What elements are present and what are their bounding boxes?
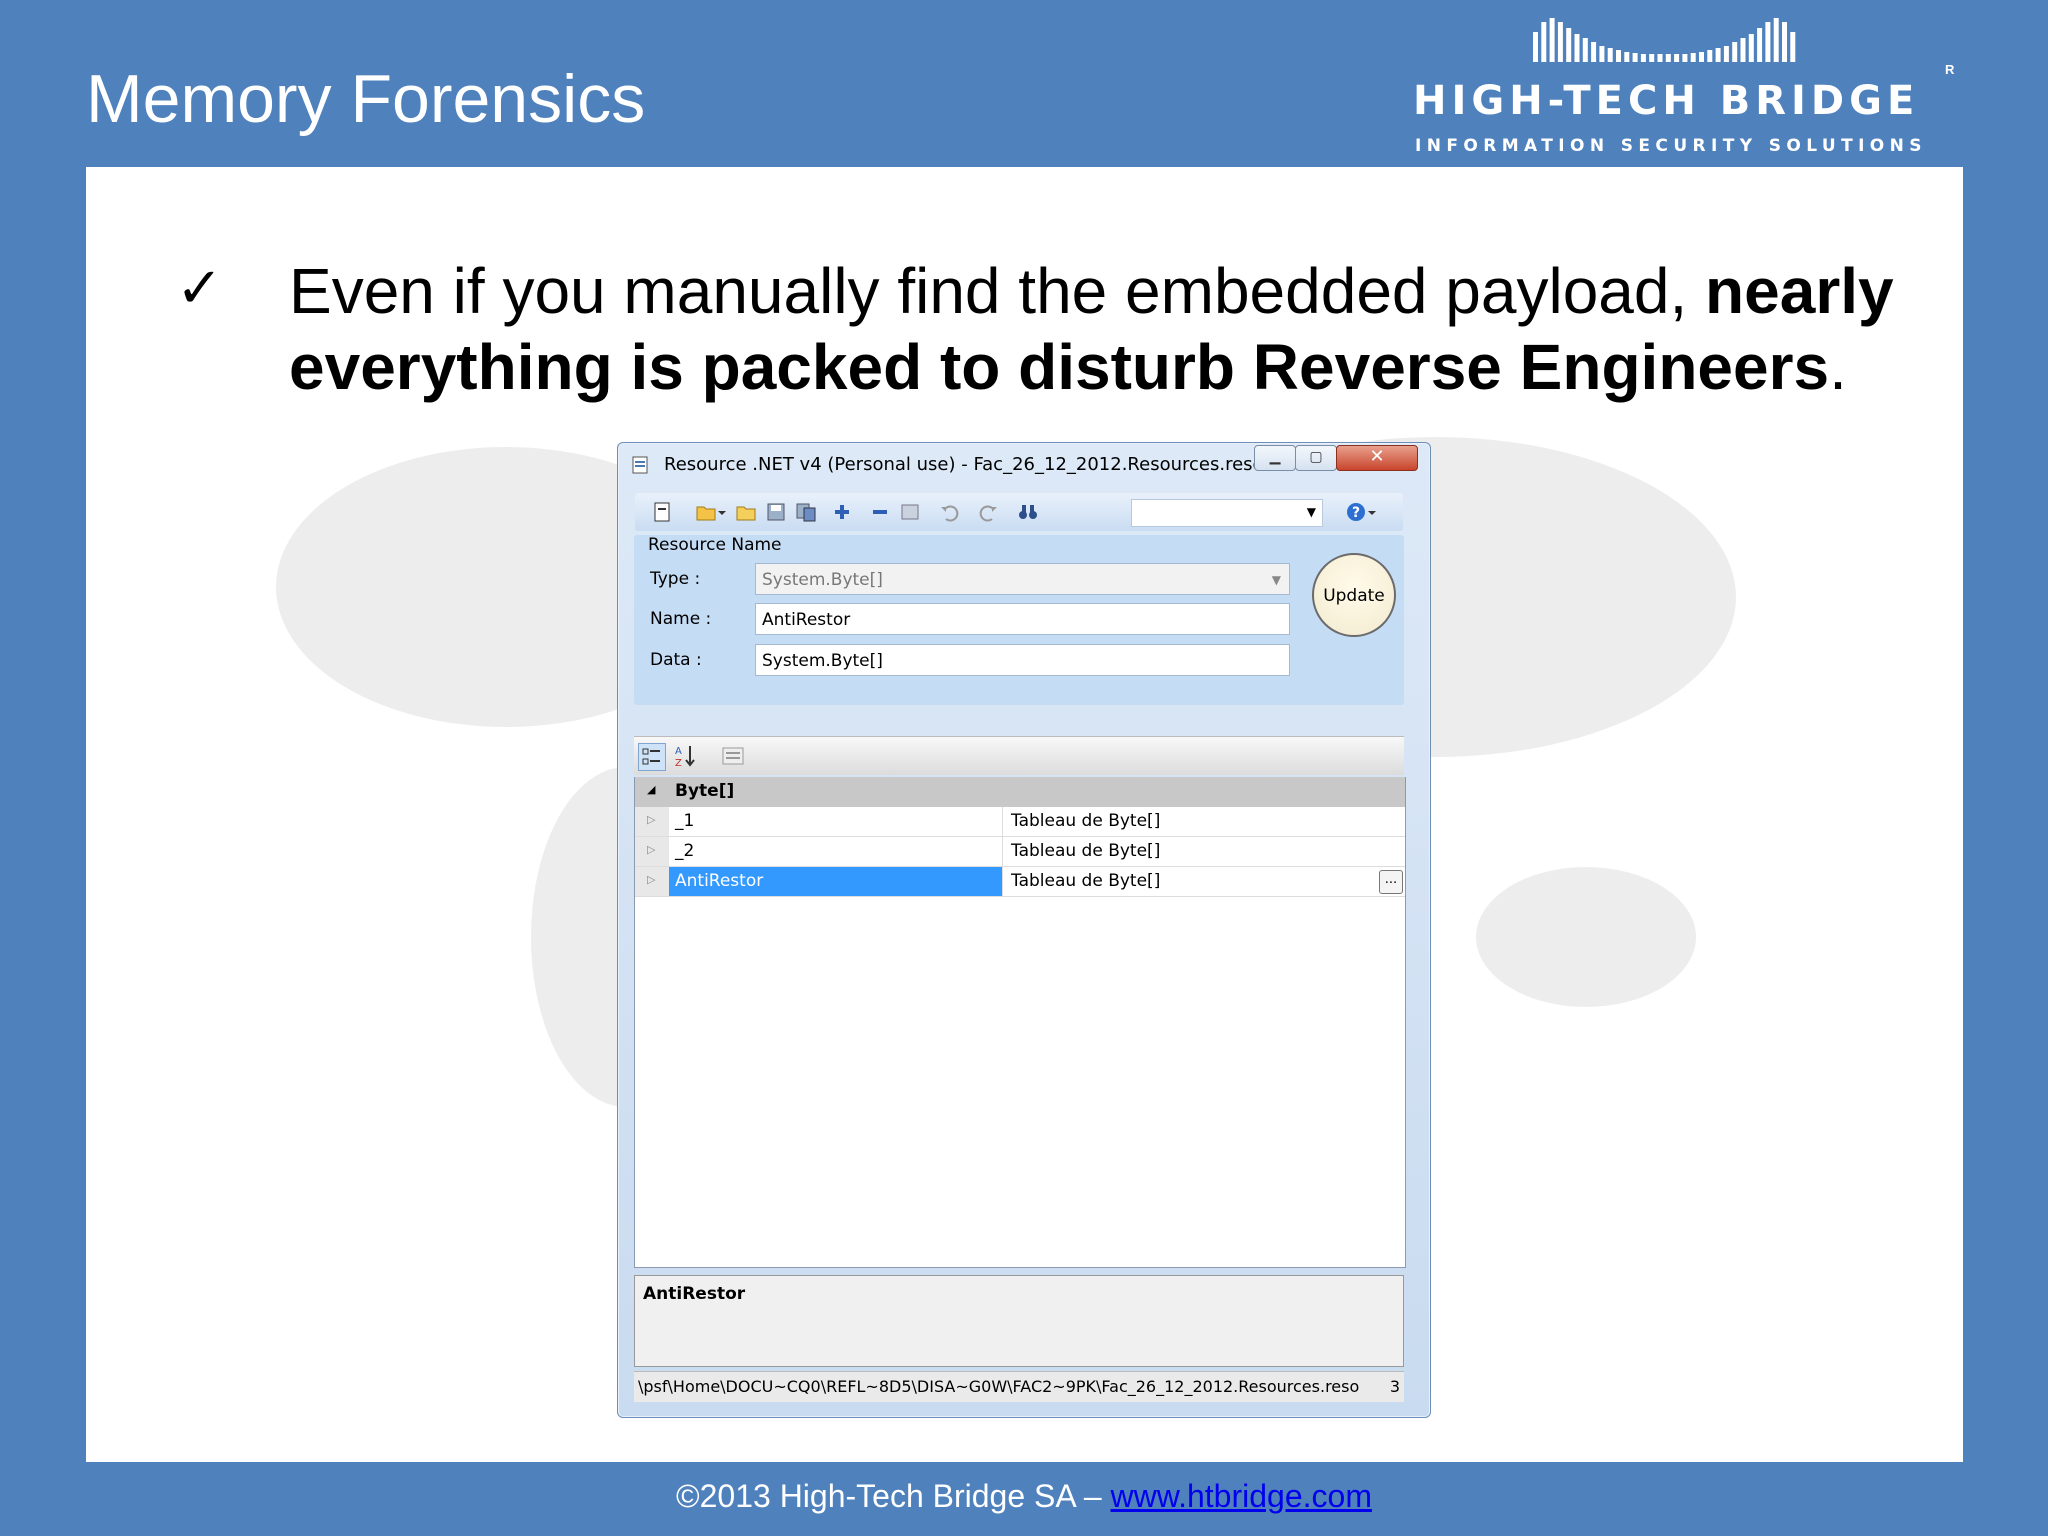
htbridge-logo: HIGH-TECH BRIDGE R INFORMATION SECURITY … xyxy=(1405,16,1965,156)
status-bar: \psf\Home\DOCU~CQ0\REFL~8D5\DISA~G0W\FAC… xyxy=(634,1371,1404,1402)
bullet-end: . xyxy=(1829,331,1847,403)
ellipsis-button[interactable]: ... xyxy=(1379,870,1403,894)
name-label: Name : xyxy=(650,609,712,629)
expand-icon[interactable]: ▷ xyxy=(647,873,655,886)
property-grid-toolbar: AZ xyxy=(634,736,1404,775)
sort-alphabetical-icon[interactable]: AZ xyxy=(672,743,698,769)
update-button[interactable]: Update xyxy=(1312,553,1396,637)
image-icon[interactable] xyxy=(899,501,921,523)
help-dropdown-icon[interactable] xyxy=(1367,501,1377,523)
resource-net-window: Resource .NET v4 (Personal use) - Fac_26… xyxy=(617,442,1431,1418)
property-pages-icon[interactable] xyxy=(720,743,746,769)
save-icon[interactable] xyxy=(765,501,787,523)
logo-name: HIGH-TECH BRIDGE xyxy=(1413,78,1920,124)
name-field[interactable]: AntiRestor xyxy=(755,603,1290,635)
maximize-icon: ▢ xyxy=(1309,449,1323,465)
svg-text:A: A xyxy=(675,746,682,757)
maximize-button[interactable]: ▢ xyxy=(1295,445,1337,471)
type-select[interactable]: System.Byte[] ▼ xyxy=(755,563,1290,595)
expand-icon[interactable]: ▷ xyxy=(647,813,655,826)
status-path: \psf\Home\DOCU~CQ0\REFL~8D5\DISA~G0W\FAC… xyxy=(638,1377,1360,1396)
bullet-plain: Even if you manually find the embedded p… xyxy=(289,255,1706,327)
new-file-icon[interactable] xyxy=(651,501,673,523)
chevron-down-icon: ▼ xyxy=(1271,573,1281,587)
status-count: 3 xyxy=(1389,1377,1400,1396)
description-title: AntiRestor xyxy=(643,1284,746,1304)
table-row[interactable]: ▷ _1 Tableau de Byte[] xyxy=(635,807,1405,837)
open-folder-icon[interactable] xyxy=(695,501,717,523)
row-name: _2 xyxy=(669,837,1003,866)
close-button[interactable]: ✕ xyxy=(1336,445,1418,471)
window-titlebar[interactable]: Resource .NET v4 (Personal use) - Fac_26… xyxy=(618,443,1430,483)
folder-icon[interactable] xyxy=(735,501,757,523)
save-as-icon[interactable] xyxy=(795,501,817,523)
bullet-text: Even if you manually find the embedded p… xyxy=(289,253,1909,405)
logo-registered: R xyxy=(1945,62,1955,77)
categorized-view-icon[interactable] xyxy=(638,743,666,771)
footer-link[interactable]: www.htbridge.com xyxy=(1111,1478,1372,1514)
remove-icon[interactable] xyxy=(869,501,891,523)
svg-text:?: ? xyxy=(1352,505,1360,521)
logo-bars-icon xyxy=(1533,18,1796,62)
table-row[interactable]: ▷ _2 Tableau de Byte[] xyxy=(635,837,1405,867)
row-value: Tableau de Byte[] xyxy=(1011,871,1161,891)
close-icon: ✕ xyxy=(1369,446,1385,467)
window-title: Resource .NET v4 (Personal use) - Fac_26… xyxy=(664,454,1281,475)
slide-title: Memory Forensics xyxy=(86,61,646,137)
expand-icon[interactable]: ▷ xyxy=(647,843,655,856)
undo-icon[interactable] xyxy=(939,501,961,523)
row-name: _1 xyxy=(669,807,1003,836)
category-label: Byte[] xyxy=(675,781,735,801)
table-row-selected[interactable]: ▷ AntiRestor Tableau de Byte[] ... xyxy=(635,867,1405,897)
type-label: Type : xyxy=(650,569,701,589)
row-value: Tableau de Byte[] xyxy=(1011,811,1161,831)
check-icon: ✓ xyxy=(176,256,223,319)
footer: ©2013 High-Tech Bridge SA – www.htbridge… xyxy=(0,1478,2048,1515)
add-icon[interactable] xyxy=(831,501,853,523)
data-field[interactable]: System.Byte[] xyxy=(755,644,1290,676)
resource-name-label: Resource Name xyxy=(648,535,782,555)
row-name: AntiRestor xyxy=(669,867,1003,896)
help-icon[interactable]: ? xyxy=(1345,501,1367,523)
minimize-icon: ▁ xyxy=(1269,449,1281,465)
row-value: Tableau de Byte[] xyxy=(1011,841,1161,861)
redo-icon[interactable] xyxy=(977,501,999,523)
dropdown-arrow-icon[interactable] xyxy=(717,501,727,523)
logo-tagline: INFORMATION SECURITY SOLUTIONS xyxy=(1415,136,1927,156)
find-binoculars-icon[interactable] xyxy=(1017,501,1039,523)
search-combo[interactable]: ▼ xyxy=(1131,499,1323,527)
description-panel: AntiRestor xyxy=(634,1275,1404,1367)
collapse-icon[interactable]: ◢ xyxy=(647,783,655,796)
main-toolbar: ▼ ? xyxy=(635,493,1403,531)
minimize-button[interactable]: ▁ xyxy=(1254,445,1296,471)
type-value: System.Byte[] xyxy=(762,570,883,590)
data-label: Data : xyxy=(650,650,702,670)
grid-category[interactable]: ◢ Byte[] xyxy=(635,777,1405,807)
app-icon xyxy=(632,456,648,474)
footer-copyright: ©2013 High-Tech Bridge SA – xyxy=(676,1478,1111,1514)
svg-text:Z: Z xyxy=(675,758,682,769)
property-grid: ◢ Byte[] ▷ _1 Tableau de Byte[] ▷ _2 Tab… xyxy=(634,777,1406,1268)
chevron-down-icon: ▼ xyxy=(1306,505,1316,519)
